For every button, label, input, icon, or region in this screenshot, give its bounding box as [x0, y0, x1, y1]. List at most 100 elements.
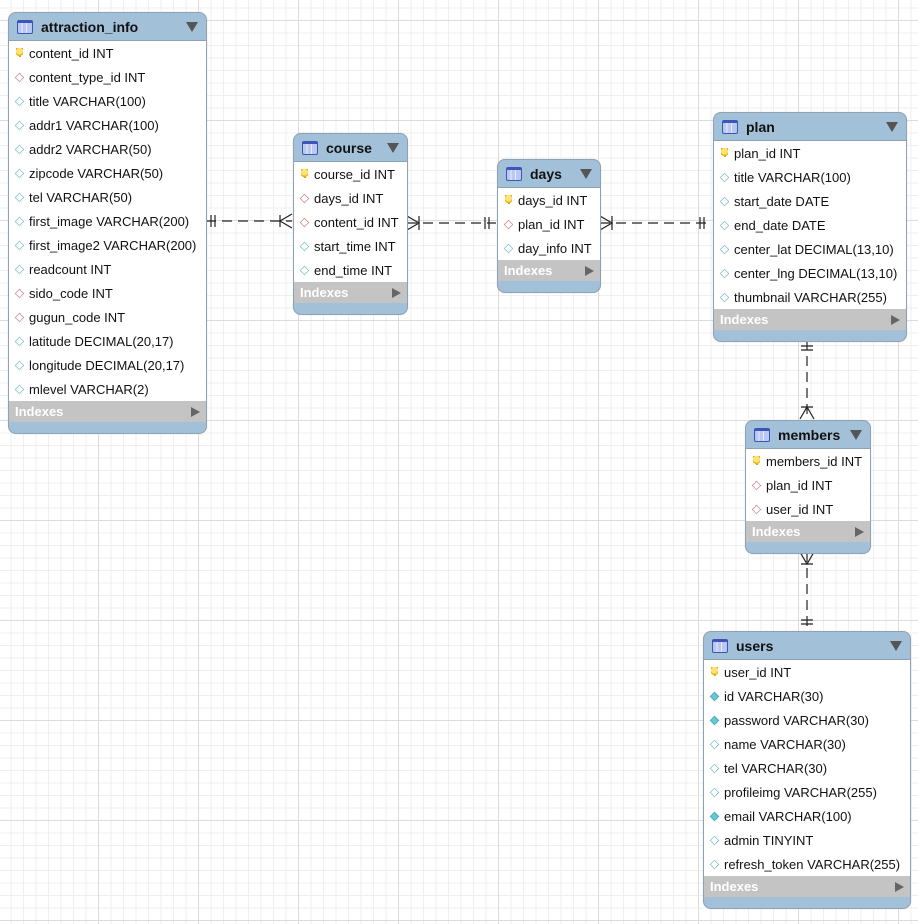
table-name: days: [530, 165, 562, 182]
expand-arrow-icon[interactable]: [855, 526, 864, 537]
indexes-section[interactable]: Indexes: [9, 401, 206, 422]
column-row[interactable]: addr1 VARCHAR(100): [9, 113, 206, 137]
collapse-caret-icon[interactable]: [890, 640, 902, 651]
indexes-section[interactable]: Indexes: [704, 876, 910, 897]
column-row[interactable]: sido_code INT: [9, 281, 206, 305]
column-row[interactable]: zipcode VARCHAR(50): [9, 161, 206, 185]
column-row[interactable]: tel VARCHAR(30): [704, 756, 910, 780]
column-list: members_id INT plan_id INT user_id INT: [746, 448, 870, 521]
column-diamond-icon: [709, 739, 720, 749]
column-row[interactable]: name VARCHAR(30): [704, 732, 910, 756]
column-row[interactable]: email VARCHAR(100): [704, 804, 910, 828]
column-row[interactable]: title VARCHAR(100): [9, 89, 206, 113]
column-row[interactable]: profileimg VARCHAR(255): [704, 780, 910, 804]
expand-arrow-icon[interactable]: [392, 287, 401, 298]
collapse-caret-icon[interactable]: [186, 21, 198, 32]
relationship-plan-members[interactable]: [799, 340, 815, 420]
column-row[interactable]: id VARCHAR(30): [704, 684, 910, 708]
column-row[interactable]: refresh_token VARCHAR(255): [704, 852, 910, 876]
expand-arrow-icon[interactable]: [891, 314, 900, 325]
column-row[interactable]: readcount INT: [9, 257, 206, 281]
column-row[interactable]: user_id INT: [704, 660, 910, 684]
column-row[interactable]: admin TINYINT: [704, 828, 910, 852]
column-row[interactable]: user_id INT: [746, 497, 870, 521]
column-label: refresh_token VARCHAR(255): [724, 856, 901, 872]
column-list: user_id INT id VARCHAR(30) password VARCHA…: [704, 659, 910, 876]
column-row[interactable]: days_id INT: [294, 186, 407, 210]
column-row[interactable]: plan_id INT: [714, 141, 906, 165]
table-header[interactable]: users: [704, 632, 910, 659]
table-members[interactable]: members members_id INT plan_id INT user_id…: [745, 420, 871, 554]
table-header[interactable]: days: [498, 160, 600, 187]
table-users[interactable]: users user_id INT id VARCHAR(30) password …: [703, 631, 911, 909]
column-row[interactable]: plan_id INT: [498, 212, 600, 236]
table-footer: [704, 897, 910, 908]
expand-arrow-icon[interactable]: [585, 265, 594, 276]
column-row[interactable]: addr2 VARCHAR(50): [9, 137, 206, 161]
column-diamond-icon: [14, 384, 25, 394]
column-row[interactable]: latitude DECIMAL(20,17): [9, 329, 206, 353]
column-diamond-icon: [719, 172, 730, 182]
table-footer: [294, 303, 407, 314]
column-diamond-icon: [719, 196, 730, 206]
column-row[interactable]: first_image VARCHAR(200): [9, 209, 206, 233]
indexes-section[interactable]: Indexes: [714, 309, 906, 330]
column-row[interactable]: mlevel VARCHAR(2): [9, 377, 206, 401]
table-days[interactable]: days days_id INT plan_id INT day_info INT I…: [497, 159, 601, 293]
indexes-section[interactable]: Indexes: [498, 260, 600, 281]
column-label: start_date DATE: [734, 193, 830, 209]
table-header[interactable]: plan: [714, 113, 906, 140]
indexes-section[interactable]: Indexes: [294, 282, 407, 303]
table-footer: [746, 542, 870, 553]
column-row[interactable]: password VARCHAR(30): [704, 708, 910, 732]
column-row[interactable]: days_id INT: [498, 188, 600, 212]
column-row[interactable]: content_id INT: [294, 210, 407, 234]
column-row[interactable]: start_date DATE: [714, 189, 906, 213]
relationship-attraction-course[interactable]: [206, 213, 293, 229]
column-label: name VARCHAR(30): [724, 736, 846, 752]
column-row[interactable]: tel VARCHAR(50): [9, 185, 206, 209]
column-row[interactable]: plan_id INT: [746, 473, 870, 497]
column-row[interactable]: first_image2 VARCHAR(200): [9, 233, 206, 257]
collapse-caret-icon[interactable]: [850, 429, 862, 440]
table-icon: [506, 166, 522, 181]
column-row[interactable]: course_id INT: [294, 162, 407, 186]
relationship-users-members[interactable]: [799, 551, 815, 630]
column-row[interactable]: title VARCHAR(100): [714, 165, 906, 189]
column-row[interactable]: center_lng DECIMAL(13,10): [714, 261, 906, 285]
column-row[interactable]: thumbnail VARCHAR(255): [714, 285, 906, 309]
column-label: plan_id INT: [518, 216, 585, 232]
column-diamond-icon: [14, 168, 25, 178]
column-row[interactable]: content_type_id INT: [9, 65, 206, 89]
column-row[interactable]: day_info INT: [498, 236, 600, 260]
collapse-caret-icon[interactable]: [387, 142, 399, 153]
column-row[interactable]: content_id INT: [9, 41, 206, 65]
indexes-section[interactable]: Indexes: [746, 521, 870, 542]
column-label: days_id INT: [314, 190, 384, 206]
column-row[interactable]: longitude DECIMAL(20,17): [9, 353, 206, 377]
column-row[interactable]: center_lat DECIMAL(13,10): [714, 237, 906, 261]
column-row[interactable]: members_id INT: [746, 449, 870, 473]
table-footer: [9, 422, 206, 433]
expand-arrow-icon[interactable]: [191, 406, 200, 417]
column-row[interactable]: end_date DATE: [714, 213, 906, 237]
indexes-label: Indexes: [710, 879, 759, 894]
table-header[interactable]: course: [294, 134, 407, 161]
table-name: plan: [746, 118, 775, 135]
collapse-caret-icon[interactable]: [886, 121, 898, 132]
table-course[interactable]: course course_id INT days_id INT content_i…: [293, 133, 408, 315]
column-row[interactable]: start_time INT: [294, 234, 407, 258]
collapse-caret-icon[interactable]: [580, 168, 592, 179]
relationship-plan-days[interactable]: [599, 215, 712, 231]
column-row[interactable]: gugun_code INT: [9, 305, 206, 329]
table-attraction_info[interactable]: attraction_info content_id INT content_ty…: [8, 12, 207, 434]
expand-arrow-icon[interactable]: [895, 881, 904, 892]
relationship-days-course[interactable]: [406, 215, 496, 231]
table-header[interactable]: attraction_info: [9, 13, 206, 40]
column-diamond-icon: [709, 787, 720, 797]
table-plan[interactable]: plan plan_id INT title VARCHAR(100) start_…: [713, 112, 907, 342]
column-list: days_id INT plan_id INT day_info INT: [498, 187, 600, 260]
table-header[interactable]: members: [746, 421, 870, 448]
column-row[interactable]: end_time INT: [294, 258, 407, 282]
table-icon: [17, 19, 33, 34]
